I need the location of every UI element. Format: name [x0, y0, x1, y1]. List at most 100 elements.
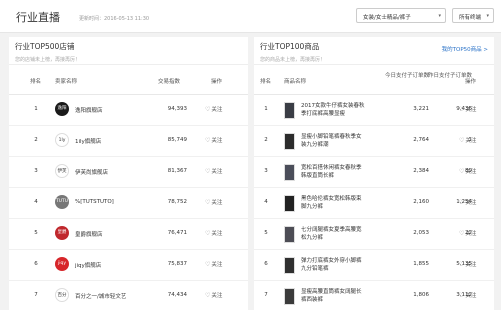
page-title: 行业直播 — [16, 11, 60, 24]
category-select-label: 女装/女士精品/裤子 — [363, 15, 411, 21]
rank-number: 3 — [264, 168, 268, 174]
shop-logo: 1ly — [55, 133, 69, 147]
follow-label: 关注 — [465, 262, 477, 268]
rank-number: 1 — [34, 106, 38, 112]
shop-logo: 皇爵 — [55, 226, 69, 240]
category-select[interactable]: 女装/女士精品/裤子 ▾ — [356, 8, 446, 23]
heart-icon: ♡ — [205, 137, 211, 144]
rank-number: 4 — [34, 199, 38, 205]
follow-button[interactable]: ♡关注 — [459, 136, 476, 144]
rank-number: 6 — [34, 261, 38, 267]
follow-button[interactable]: ♡关注 — [205, 136, 222, 144]
heart-icon: ♡ — [459, 292, 465, 299]
column-header-action: 操作 — [211, 79, 223, 85]
follow-label: 关注 — [211, 138, 223, 144]
product-thumbnail[interactable] — [284, 133, 295, 150]
panel-subtitle: 您的店铺未上榜，再接再厉！ — [15, 57, 81, 63]
rank-number: 1 — [264, 106, 268, 112]
heart-icon: ♡ — [205, 261, 211, 268]
shop-logo: 百分 — [55, 288, 69, 302]
shop-logo: 伊芙 — [55, 164, 69, 178]
product-thumbnail[interactable] — [284, 226, 295, 243]
trade-index: 75,837 — [167, 261, 187, 267]
trade-index: 94,393 — [167, 106, 187, 112]
product-thumbnail[interactable] — [284, 288, 295, 305]
rank-number: 7 — [264, 292, 268, 298]
today-orders: 3,221 — [413, 106, 429, 112]
table-row: 3 伊芙 伊芙尚旗舰店 81,367 ♡关注 — [9, 157, 248, 188]
table-row: 6 弹力打底裤女外穿小脚裤九分铅笔裤 1,855 5,135 ♡关注 — [254, 250, 494, 281]
follow-label: 关注 — [465, 200, 477, 206]
follow-button[interactable]: ♡关注 — [459, 229, 476, 237]
rank-number: 2 — [264, 137, 268, 143]
product-name[interactable]: 宽松百搭休闲裤女春秋季韩版直筒长裤 — [301, 164, 365, 180]
follow-button[interactable]: ♡关注 — [459, 167, 476, 175]
table-row: 5 皇爵 皇爵旗舰店 76,471 ♡关注 — [9, 219, 248, 250]
shop-name[interactable]: 逸阳旗舰店 — [75, 106, 103, 114]
follow-button[interactable]: ♡关注 — [205, 198, 222, 206]
follow-label: 关注 — [211, 262, 223, 268]
table-row: 2 显瘦小脚铅笔裤春秋季女装九分裤潮 2,764 1 ♡关注 — [254, 126, 494, 157]
rank-number: 5 — [34, 230, 38, 236]
heart-icon: ♡ — [205, 168, 211, 175]
product-thumbnail[interactable] — [284, 164, 295, 181]
product-thumbnail[interactable] — [284, 195, 295, 212]
table-row: 4 TUTU %[TUTSTUTO] 78,752 ♡关注 — [9, 188, 248, 219]
shop-name[interactable]: %[TUTSTUTO] — [75, 199, 114, 205]
terminal-select[interactable]: 所有终端 ▾ — [452, 8, 494, 23]
column-header-index: 交易指数 — [158, 79, 181, 85]
follow-button[interactable]: ♡关注 — [205, 291, 222, 299]
product-thumbnail[interactable] — [284, 257, 295, 274]
column-header-rank: 排名 — [30, 79, 42, 85]
heart-icon: ♡ — [459, 261, 465, 268]
follow-button[interactable]: ♡关注 — [205, 167, 222, 175]
column-header-today-orders: 今日支付子订单数 — [385, 73, 430, 79]
today-orders: 2,764 — [413, 137, 429, 143]
follow-button[interactable]: ♡关注 — [459, 260, 476, 268]
heart-icon: ♡ — [205, 199, 211, 206]
terminal-select-label: 所有终端 — [459, 15, 482, 21]
follow-button[interactable]: ♡关注 — [205, 260, 222, 268]
shop-logo: TUTU — [55, 195, 69, 209]
product-name[interactable]: 显瘦高腰直筒裤女阔腿长裤西装裤 — [301, 288, 365, 304]
follow-button[interactable]: ♡关注 — [459, 198, 476, 206]
shop-name[interactable]: 百分之一/城市轻文艺 — [75, 292, 126, 300]
shop-name[interactable]: 皇爵旗舰店 — [75, 230, 103, 238]
follow-label: 关注 — [465, 293, 477, 299]
product-name[interactable]: 七分阔腿裤女夏季高腰宽松九分裤 — [301, 226, 365, 242]
shop-name[interactable]: jiqy旗舰店 — [75, 261, 101, 269]
follow-button[interactable]: ♡关注 — [459, 105, 476, 113]
table-row: 1 逸阳 逸阳旗舰店 94,393 ♡关注 — [9, 95, 248, 126]
follow-label: 关注 — [465, 107, 477, 113]
follow-label: 关注 — [211, 107, 223, 113]
table-row: 3 宽松百搭休闲裤女春秋季韩版直筒长裤 2,384 89 ♡关注 — [254, 157, 494, 188]
heart-icon: ♡ — [205, 230, 211, 237]
divider — [9, 64, 248, 65]
trade-index: 78,752 — [167, 199, 187, 205]
product-thumbnail[interactable] — [284, 102, 295, 119]
shop-name[interactable]: 伊芙尚旗舰店 — [75, 168, 108, 176]
page-header: 行业直播 更新时间：2016-05-13 11:30 女装/女士精品/裤子 ▾ … — [0, 0, 501, 33]
follow-label: 关注 — [211, 293, 223, 299]
follow-button[interactable]: ♡关注 — [205, 229, 222, 237]
shop-name[interactable]: 1ily旗舰店 — [75, 137, 101, 145]
product-name[interactable]: 黑色哈伦裤女宽松韩版束脚九分裤 — [301, 195, 365, 211]
today-orders: 2,053 — [413, 230, 429, 236]
product-name[interactable]: 显瘦小脚铅笔裤春秋季女装九分裤潮 — [301, 133, 365, 149]
product-name[interactable]: 弹力打底裤女外穿小脚裤九分铅笔裤 — [301, 257, 365, 273]
follow-button[interactable]: ♡关注 — [459, 291, 476, 299]
my-top-products-link[interactable]: 我的TOP50商品 > — [442, 45, 488, 53]
heart-icon: ♡ — [459, 106, 465, 113]
rank-number: 3 — [34, 168, 38, 174]
rank-number: 7 — [34, 292, 38, 298]
follow-button[interactable]: ♡关注 — [205, 105, 222, 113]
table-row: 2 1ly 1ily旗舰店 85,749 ♡关注 — [9, 126, 248, 157]
today-orders: 2,384 — [413, 168, 429, 174]
product-name[interactable]: 2017女款牛仔裤女装春秋季打底裤高腰显瘦 — [301, 102, 365, 118]
table-row: 7 显瘦高腰直筒裤女阔腿长裤西装裤 1,806 3,112 ♡关注 — [254, 281, 494, 310]
table-row: 4 黑色哈伦裤女宽松韩版束脚九分裤 2,160 1,254 ♡关注 — [254, 188, 494, 219]
rank-number: 4 — [264, 199, 268, 205]
top-products-panel: 行业TOP100商品 您的商品未上榜，再接再厉！ 我的TOP50商品 > 排名 … — [254, 37, 494, 310]
follow-label: 关注 — [465, 138, 477, 144]
panel-title: 行业TOP500店铺 — [15, 42, 75, 51]
